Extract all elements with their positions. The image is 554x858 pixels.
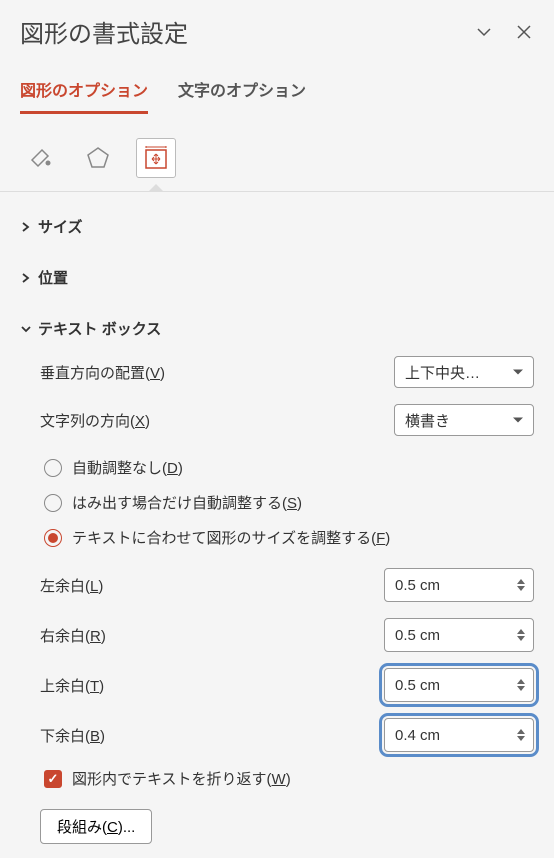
row-top-margin: 上余白(T) 0.5 cm xyxy=(40,668,534,702)
effects-button[interactable] xyxy=(78,138,118,178)
radio-label: テキストに合わせて図形のサイズを調整する(F) xyxy=(72,527,390,548)
radio-icon xyxy=(44,529,62,547)
spinner-buttons xyxy=(517,579,525,591)
row-valign: 垂直方向の配置(V) 上下中央… xyxy=(40,355,534,389)
columns-button[interactable]: 段組み(C)... xyxy=(40,809,152,844)
radio-resize-shape[interactable]: テキストに合わせて図形のサイズを調整する(F) xyxy=(40,527,534,548)
spin-down-icon[interactable] xyxy=(517,736,525,741)
row-textdir: 文字列の方向(X) 横書き xyxy=(40,403,534,437)
fill-line-button[interactable] xyxy=(20,138,60,178)
radio-icon xyxy=(44,459,62,477)
section-header-textbox[interactable]: テキスト ボックス xyxy=(20,312,534,345)
spin-down-icon[interactable] xyxy=(517,636,525,641)
spinner-buttons xyxy=(517,729,525,741)
section-textbox: テキスト ボックス 垂直方向の配置(V) 上下中央… 文字列の方向(X) 横書き… xyxy=(20,312,534,844)
section-header-size[interactable]: サイズ xyxy=(20,210,534,243)
pane-title: 図形の書式設定 xyxy=(20,14,188,49)
tab-shape-options[interactable]: 図形のオプション xyxy=(20,77,148,114)
pentagon-icon xyxy=(83,143,113,173)
spin-up-icon[interactable] xyxy=(517,729,525,734)
spin-up-icon[interactable] xyxy=(517,679,525,684)
spin-up-icon[interactable] xyxy=(517,629,525,634)
tab-text-options[interactable]: 文字のオプション xyxy=(178,77,306,114)
top-margin-input[interactable]: 0.5 cm xyxy=(384,668,534,702)
section-size: サイズ xyxy=(20,210,534,243)
spin-down-icon[interactable] xyxy=(517,686,525,691)
spinner-buttons xyxy=(517,629,525,641)
right-margin-value: 0.5 cm xyxy=(395,627,440,644)
spin-down-icon[interactable] xyxy=(517,586,525,591)
tab-bar: 図形のオプション 文字のオプション xyxy=(20,77,534,114)
valign-label: 垂直方向の配置(V) xyxy=(40,362,165,383)
category-toolbar xyxy=(20,138,534,192)
paint-bucket-icon xyxy=(25,143,55,173)
format-shape-pane: 図形の書式設定 図形のオプション 文字のオプション xyxy=(0,0,554,858)
section-label-textbox: テキスト ボックス xyxy=(38,318,161,339)
section-header-position[interactable]: 位置 xyxy=(20,261,534,294)
row-bottom-margin: 下余白(B) 0.4 cm xyxy=(40,718,534,752)
row-right-margin: 右余白(R) 0.5 cm xyxy=(40,618,534,652)
left-margin-label: 左余白(L) xyxy=(40,575,103,596)
textdir-select[interactable]: 横書き xyxy=(394,404,534,436)
top-margin-value: 0.5 cm xyxy=(395,677,440,694)
close-icon[interactable] xyxy=(514,22,534,42)
chevron-down-icon xyxy=(20,323,32,335)
left-margin-value: 0.5 cm xyxy=(395,577,440,594)
textdir-value: 横書き xyxy=(405,410,450,431)
chevron-right-icon xyxy=(20,221,32,233)
valign-value: 上下中央… xyxy=(405,362,480,383)
wrap-label: 図形内でテキストを折り返す(W) xyxy=(72,768,291,789)
row-left-margin: 左余白(L) 0.5 cm xyxy=(40,568,534,602)
radio-no-autofit[interactable]: 自動調整なし(D) xyxy=(40,457,534,478)
left-margin-input[interactable]: 0.5 cm xyxy=(384,568,534,602)
wrap-text-checkbox[interactable]: 図形内でテキストを折り返す(W) xyxy=(40,768,534,789)
radio-label: はみ出す場合だけ自動調整する(S) xyxy=(72,492,302,513)
radio-label: 自動調整なし(D) xyxy=(72,457,183,478)
right-margin-label: 右余白(R) xyxy=(40,625,106,646)
bottom-margin-input[interactable]: 0.4 cm xyxy=(384,718,534,752)
radio-icon xyxy=(44,494,62,512)
size-properties-button[interactable] xyxy=(136,138,176,178)
textdir-label: 文字列の方向(X) xyxy=(40,410,150,431)
spin-up-icon[interactable] xyxy=(517,579,525,584)
checkbox-icon xyxy=(44,770,62,788)
right-margin-input[interactable]: 0.5 cm xyxy=(384,618,534,652)
valign-select[interactable]: 上下中央… xyxy=(394,356,534,388)
section-position: 位置 xyxy=(20,261,534,294)
size-properties-icon xyxy=(142,144,170,172)
chevron-right-icon xyxy=(20,272,32,284)
spinner-buttons xyxy=(517,679,525,691)
top-margin-label: 上余白(T) xyxy=(40,675,104,696)
collapse-icon[interactable] xyxy=(474,22,494,42)
pane-header: 図形の書式設定 xyxy=(20,14,534,49)
section-label-size: サイズ xyxy=(38,216,83,237)
section-label-position: 位置 xyxy=(38,267,68,288)
textbox-body: 垂直方向の配置(V) 上下中央… 文字列の方向(X) 横書き 自動調整なし(D)… xyxy=(20,345,534,844)
bottom-margin-label: 下余白(B) xyxy=(40,725,105,746)
radio-shrink-overflow[interactable]: はみ出す場合だけ自動調整する(S) xyxy=(40,492,534,513)
header-controls xyxy=(474,22,534,42)
bottom-margin-value: 0.4 cm xyxy=(395,727,440,744)
